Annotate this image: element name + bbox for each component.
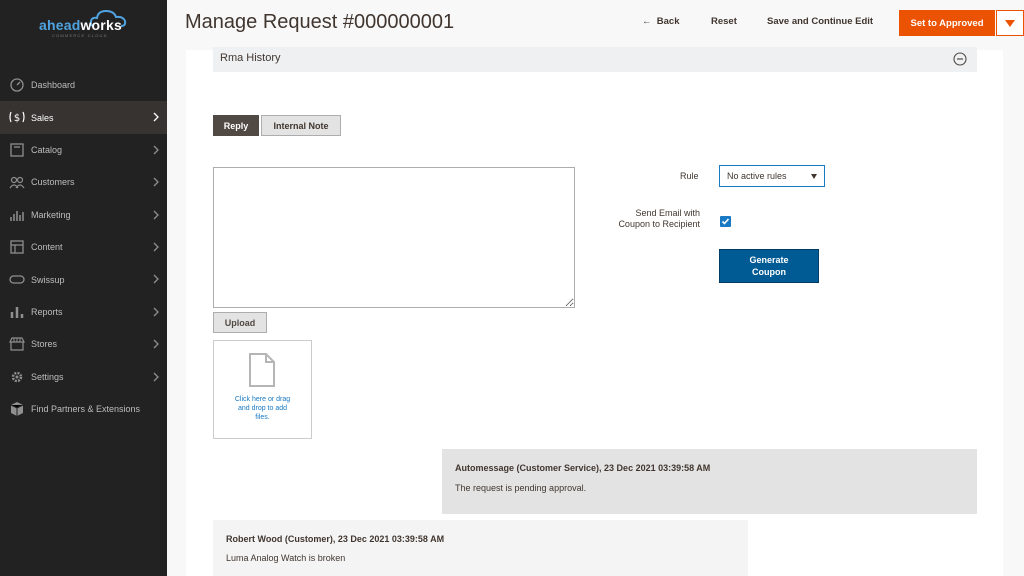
- sidebar-item-find-partners[interactable]: Find Partners & Extensions: [0, 393, 167, 425]
- sidebar-item-dashboard[interactable]: Dashboard: [0, 69, 167, 101]
- dropzone-hint-line1: Click here or drag: [234, 396, 291, 403]
- chevron-right-icon: [153, 112, 159, 122]
- rule-label: Rule: [680, 171, 699, 181]
- sidebar-item-label: Swissup: [31, 274, 65, 285]
- save-and-continue-button[interactable]: Save and Continue Edit: [767, 16, 873, 27]
- chevron-right-icon: [153, 372, 159, 381]
- logo[interactable]: aheadworks COMMERCE CLOUD: [0, 0, 167, 60]
- sidebar-item-customers[interactable]: Customers: [0, 166, 167, 198]
- sidebar-item-catalog[interactable]: Catalog: [0, 134, 167, 166]
- sidebar-nav: Dashboard $ Sales Catalog Customers Mark…: [0, 69, 167, 425]
- minus-circle-icon[interactable]: [953, 52, 967, 66]
- rule-select-value: No active rules: [727, 171, 787, 181]
- chevron-right-icon: [153, 242, 159, 252]
- sidebar-item-label: Catalog: [31, 144, 63, 155]
- sidebar-item-label: Reports: [31, 306, 63, 317]
- dropzone-hint-line2: and drop to add: [237, 405, 288, 412]
- sidebar-item-settings[interactable]: Settings: [0, 361, 167, 393]
- message-item: [442, 449, 977, 514]
- send-email-label-line2: Coupon to Recipient: [618, 219, 700, 229]
- generate-coupon-button[interactable]: Generate Coupon: [719, 249, 819, 283]
- store-icon: [9, 337, 25, 351]
- gear-icon: [11, 371, 23, 382]
- dropzone-hint-line3: files.: [255, 414, 270, 421]
- upload-button[interactable]: Upload: [213, 312, 267, 333]
- reset-button[interactable]: Reset: [711, 16, 737, 27]
- users-icon: [9, 177, 25, 189]
- dollar-icon: $: [9, 112, 25, 124]
- dashboard-icon: [10, 78, 24, 92]
- sidebar-item-content[interactable]: Content: [0, 231, 167, 263]
- approve-options-toggle[interactable]: [996, 10, 1024, 36]
- back-button-label: Back: [656, 16, 680, 27]
- message-author: Automessage (Customer Service), 23 Dec 2…: [455, 463, 711, 473]
- message-text: The request is pending approval.: [455, 483, 587, 493]
- message-author: Robert Wood (Customer), 23 Dec 2021 03:3…: [226, 534, 445, 544]
- sidebar-item-label: Marketing: [31, 209, 71, 220]
- box-icon: [10, 143, 24, 157]
- rule-select[interactable]: No active rules: [719, 165, 825, 187]
- caret-down-icon: [1005, 19, 1015, 27]
- chevron-right-icon: [153, 307, 159, 317]
- sidebar-item-label: Sales: [31, 112, 54, 123]
- back-button[interactable]: ← Back: [642, 16, 680, 27]
- chevron-right-icon: [153, 210, 159, 220]
- tab-internal-note[interactable]: Internal Note: [261, 115, 341, 136]
- chevron-right-icon: [153, 145, 159, 155]
- send-email-label: Send Email with Coupon to Recipient: [600, 208, 700, 230]
- dropzone-hint: Click here or drag and drop to add files…: [224, 395, 301, 422]
- chevron-right-icon: [153, 177, 159, 187]
- caret-down-icon: [811, 174, 817, 179]
- generate-coupon-line1: Generate: [749, 255, 789, 265]
- rma-history-header[interactable]: [213, 47, 977, 72]
- sidebar-item-swissup[interactable]: Swissup: [0, 263, 167, 295]
- sidebar-item-sales[interactable]: $ Sales: [0, 101, 167, 134]
- cloud-icon: [9, 275, 25, 284]
- svg-text:$: $: [14, 113, 20, 124]
- sidebar-item-label: Settings: [31, 371, 64, 382]
- sidebar-item-marketing[interactable]: Marketing: [0, 199, 167, 231]
- logo-wordmark: aheadworks: [39, 17, 122, 33]
- sidebar-item-label: Stores: [31, 339, 58, 350]
- message-item: [213, 520, 748, 576]
- logo-tagline: COMMERCE CLOUD: [52, 33, 108, 38]
- rma-history-title: Rma History: [220, 52, 281, 64]
- report-bars-icon: [10, 306, 24, 318]
- page-title: Manage Request #000000001: [185, 11, 455, 33]
- layout-icon: [10, 240, 24, 254]
- chevron-right-icon: [153, 339, 159, 349]
- sidebar-item-reports[interactable]: Reports: [0, 296, 167, 328]
- extensions-icon: [10, 401, 24, 416]
- send-email-label-line1: Send Email with: [635, 208, 700, 218]
- checkmark-icon: [720, 216, 731, 227]
- sidebar-item-label: Customers: [31, 177, 75, 188]
- set-to-approved-button[interactable]: Set to Approved: [899, 10, 995, 36]
- tab-reply[interactable]: Reply: [213, 115, 259, 136]
- send-email-checkbox[interactable]: [719, 211, 731, 227]
- admin-sidebar: aheadworks COMMERCE CLOUD Dashboard $ Sa…: [0, 0, 167, 576]
- message-text: Luma Analog Watch is broken: [226, 553, 346, 563]
- sidebar-item-stores[interactable]: Stores: [0, 328, 167, 360]
- reply-textarea[interactable]: [213, 167, 575, 308]
- sidebar-item-label: Content: [31, 242, 63, 253]
- bar-chart-icon: [10, 210, 24, 221]
- sidebar-item-label: Find Partners & Extensions: [31, 404, 141, 415]
- file-icon: [249, 353, 275, 387]
- arrow-left-icon: ←: [642, 16, 652, 27]
- chevron-right-icon: [153, 274, 159, 284]
- generate-coupon-line2: Coupon: [752, 267, 786, 277]
- sidebar-item-label: Dashboard: [31, 80, 76, 91]
